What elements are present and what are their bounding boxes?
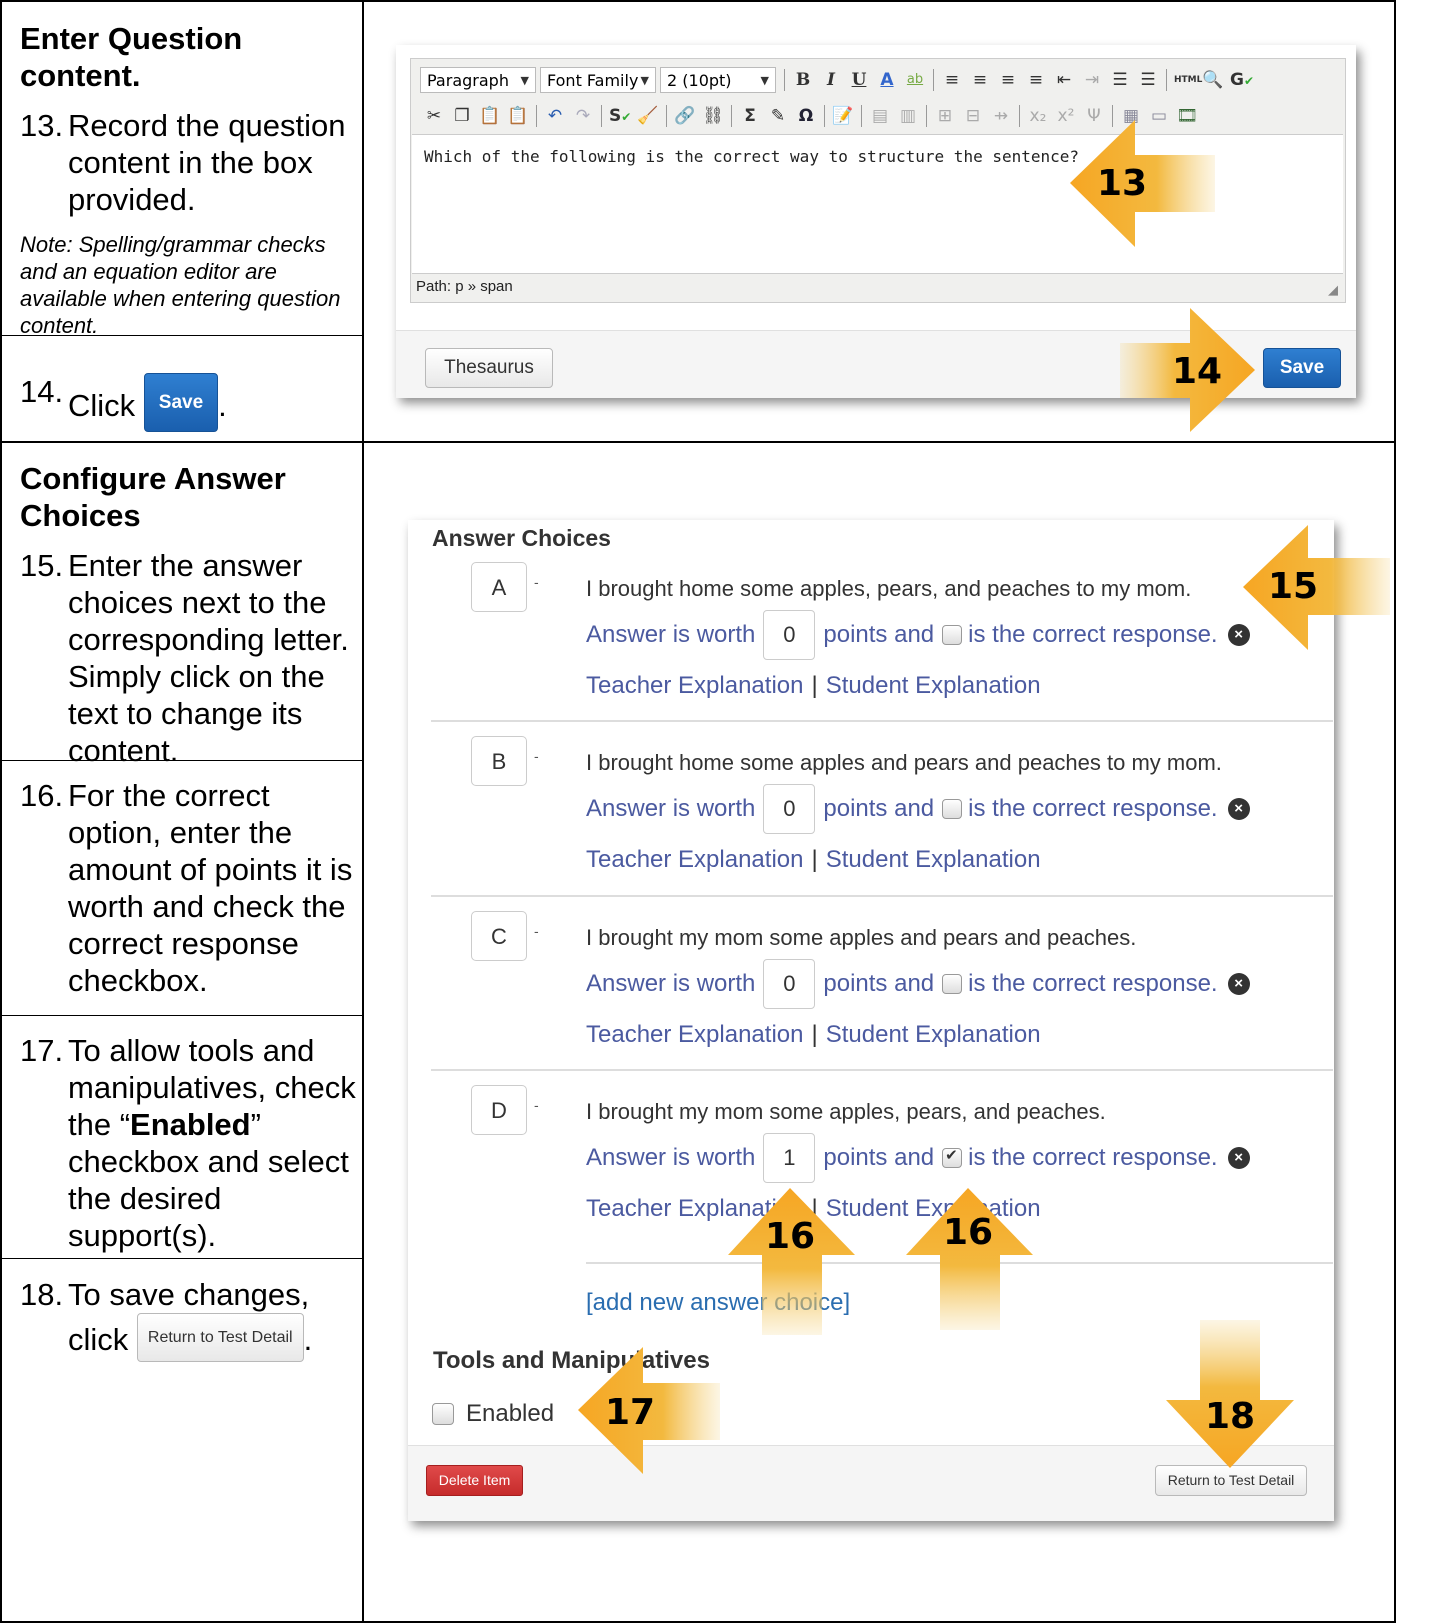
- callout-14: 14: [1172, 351, 1223, 392]
- callout-13: 13: [1097, 163, 1148, 204]
- callout-18: 18: [1205, 1396, 1256, 1437]
- callout-15: 15: [1268, 566, 1319, 607]
- callout-17: 17: [605, 1392, 656, 1433]
- callout-16b: 16: [943, 1212, 994, 1253]
- arrow-18: [1166, 1320, 1294, 1468]
- callout-arrows: [578, 120, 1390, 1474]
- callout-16a: 16: [765, 1216, 816, 1257]
- arrow-16b: [906, 1188, 1033, 1330]
- arrow-16a: [728, 1188, 855, 1335]
